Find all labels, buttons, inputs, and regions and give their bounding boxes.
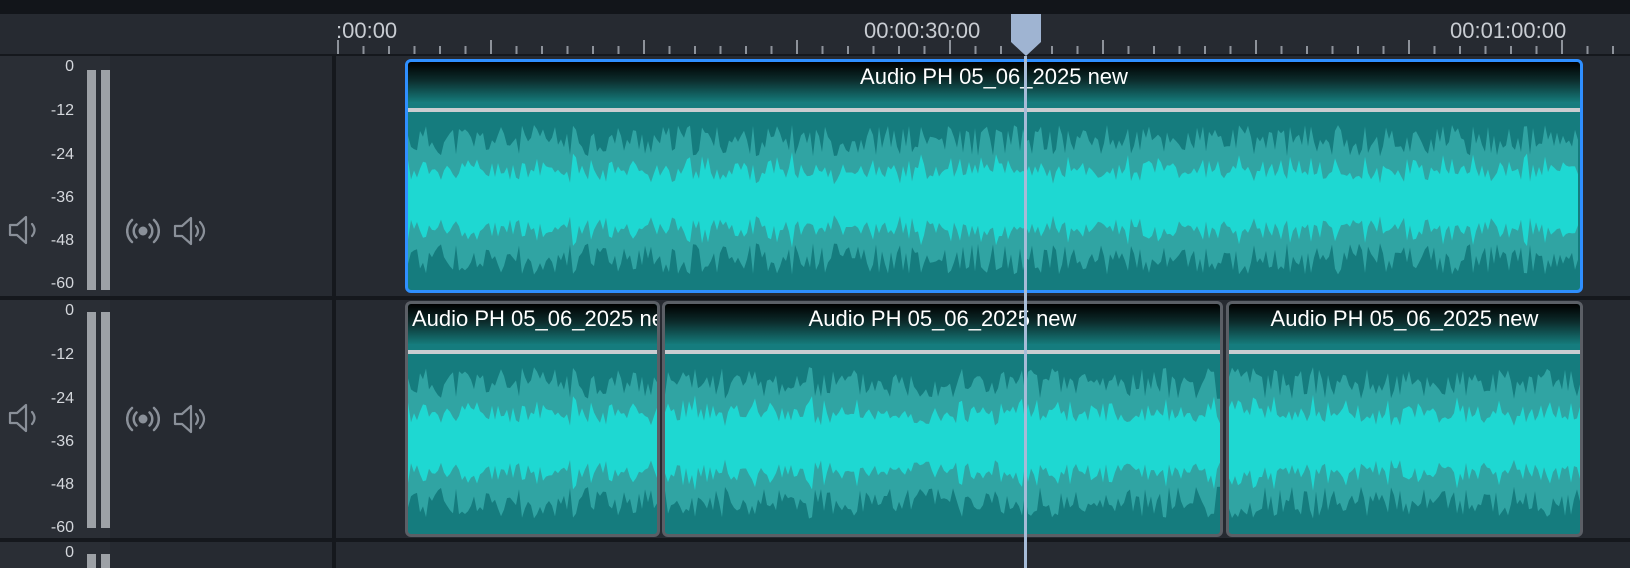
db-label-60: -60 — [50, 275, 74, 292]
clip-title: Audio PH 05_06_2025 new — [860, 64, 1128, 89]
waveform — [408, 124, 1578, 275]
db-label-12: -12 — [50, 346, 74, 363]
track-3-lane[interactable] — [336, 542, 1630, 568]
db-label-24: -24 — [50, 146, 74, 163]
ruler-ticks — [337, 40, 1614, 54]
track-1-controls — [110, 56, 332, 296]
waveform — [408, 367, 657, 519]
track-2-controls — [110, 300, 332, 538]
volume-envelope-line[interactable] — [408, 350, 657, 354]
db-label-0: 0 — [65, 58, 74, 75]
top-bar — [0, 0, 1630, 14]
clip-title: Audio PH 05_06_2025 new — [808, 306, 1077, 331]
volume-icon[interactable] — [172, 213, 210, 249]
waveform — [665, 367, 1220, 519]
level-meter-left — [87, 70, 96, 290]
audio-clip[interactable]: Audio PH 05_06_2025 new — [662, 301, 1223, 537]
track-2-meter-panel: 0 -12 -24 -36 -48 -60 — [0, 300, 110, 538]
audio-clip[interactable]: Audio PH 05_06_2025 new — [405, 301, 660, 537]
track-1-meter-panel: 0 -12 -24 -36 -48 -60 — [0, 56, 110, 296]
db-label-60: -60 — [50, 519, 74, 536]
level-meter-left — [87, 312, 96, 528]
volume-envelope-line[interactable] — [408, 108, 1580, 112]
broadcast-icon[interactable] — [126, 214, 160, 248]
level-meter-right — [101, 70, 110, 290]
speaker-icon[interactable] — [6, 400, 42, 436]
db-label-0: 0 — [65, 544, 74, 561]
audio-clip-selected[interactable]: Audio PH 05_06_2025 new — [405, 59, 1583, 293]
db-label-12: -12 — [50, 102, 74, 119]
ruler-label-30s: 00:00:30:00 — [864, 18, 981, 43]
level-meter-right — [101, 554, 110, 568]
db-label-48: -48 — [50, 476, 74, 493]
ruler-label-60s: 00:01:00:00 — [1450, 18, 1567, 43]
track-3-controls — [110, 542, 332, 568]
volume-icon[interactable] — [172, 401, 210, 437]
db-label-36: -36 — [50, 189, 74, 206]
clip-title: Audio PH 05_06_2025 new — [412, 306, 660, 331]
level-meter-left — [87, 554, 96, 568]
track-3-meter-panel: 0 — [0, 542, 110, 568]
volume-envelope-line[interactable] — [1229, 350, 1580, 354]
audio-clip[interactable]: Audio PH 05_06_2025 new — [1226, 301, 1583, 537]
broadcast-icon[interactable] — [126, 402, 160, 436]
level-meter-right — [101, 312, 110, 528]
playhead-handle[interactable] — [1010, 14, 1042, 58]
speaker-icon[interactable] — [6, 212, 42, 248]
audio-track-3: 0 — [0, 542, 1630, 568]
waveform — [1229, 367, 1580, 519]
clip-title: Audio PH 05_06_2025 new — [1270, 306, 1539, 331]
db-label-0: 0 — [65, 302, 74, 319]
volume-envelope-line[interactable] — [665, 350, 1220, 354]
playhead-line — [1024, 56, 1027, 568]
ruler-header-area — [0, 14, 336, 54]
ruler-label-start: :00:00 — [336, 18, 398, 43]
